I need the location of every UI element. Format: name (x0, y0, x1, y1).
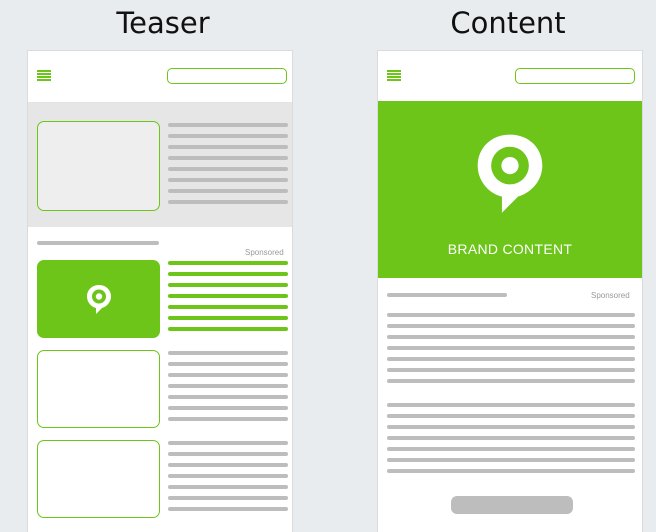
sponsored-text-line (168, 294, 288, 298)
text-line (168, 485, 288, 489)
paragraph-line (387, 447, 635, 451)
text-line (168, 167, 288, 171)
paragraph-line (387, 403, 635, 407)
search-input[interactable] (515, 68, 635, 84)
text-line (168, 189, 288, 193)
text-line (168, 134, 288, 138)
sponsored-label: Sponsored (591, 291, 630, 300)
article-image-placeholder[interactable] (37, 350, 160, 428)
paragraph-line (387, 458, 635, 462)
text-line (168, 156, 288, 160)
text-line (168, 200, 288, 204)
text-line (168, 496, 288, 500)
paragraph-line (387, 436, 635, 440)
teaser-phone-mockup: Sponsored (27, 50, 293, 532)
text-line (168, 507, 288, 511)
article-image-placeholder[interactable] (37, 440, 160, 518)
paragraph-line (387, 379, 635, 383)
featured-article-section (28, 103, 292, 227)
text-line (168, 178, 288, 182)
paragraph-line (387, 414, 635, 418)
text-line (168, 452, 288, 456)
text-line (168, 463, 288, 467)
search-input[interactable] (167, 68, 287, 84)
sponsored-text-line (168, 316, 288, 320)
text-line (168, 384, 288, 388)
paragraph-line (387, 335, 635, 339)
location-pin-icon (477, 134, 543, 213)
sponsored-text-line (168, 327, 288, 331)
section-title-line (387, 293, 507, 297)
text-line (168, 395, 288, 399)
sponsored-text-line (168, 272, 288, 276)
content-heading: Content (450, 6, 566, 40)
brand-content-hero: BRAND CONTENT (378, 101, 642, 278)
paragraph-line (387, 357, 635, 361)
text-line (168, 351, 288, 355)
paragraph-line (387, 313, 635, 317)
paragraph-line (387, 346, 635, 350)
text-line (168, 362, 288, 366)
call-to-action-button[interactable] (451, 496, 573, 514)
text-line (168, 145, 288, 149)
sponsored-text-line (168, 261, 288, 265)
hamburger-menu-icon[interactable] (387, 70, 401, 81)
text-line (168, 373, 288, 377)
paragraph-line (387, 469, 635, 473)
text-line (168, 417, 288, 421)
sponsored-teaser-image[interactable] (37, 260, 160, 338)
sponsored-label: Sponsored (245, 248, 284, 257)
text-line (168, 441, 288, 445)
hamburger-menu-icon[interactable] (37, 70, 51, 81)
sponsored-text-line (168, 283, 288, 287)
paragraph-line (387, 368, 635, 372)
text-line (168, 474, 288, 478)
sponsored-text-line (168, 305, 288, 309)
location-pin-icon (87, 285, 111, 314)
paragraph-line (387, 425, 635, 429)
section-title-line (37, 241, 159, 245)
brand-content-label: BRAND CONTENT (447, 241, 573, 257)
teaser-heading: Teaser (116, 6, 210, 40)
content-phone-mockup: BRAND CONTENT Sponsored (377, 50, 643, 532)
text-line (168, 123, 288, 127)
text-line (168, 406, 288, 410)
featured-image-placeholder[interactable] (37, 121, 160, 211)
paragraph-line (387, 324, 635, 328)
